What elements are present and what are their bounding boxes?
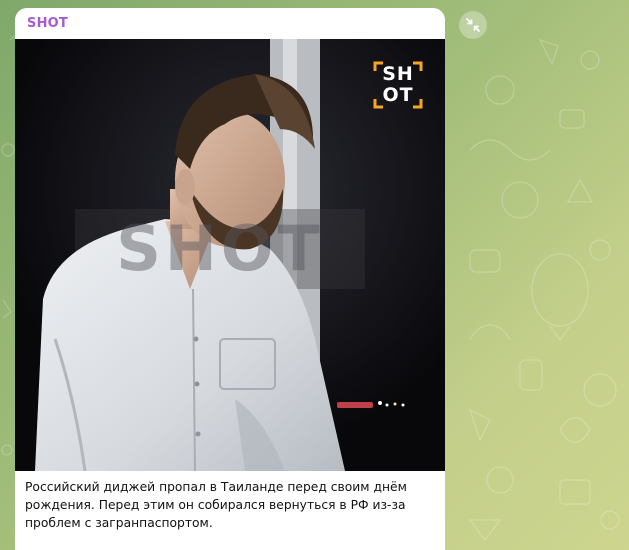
caption-line: проблем с загранпаспортом. <box>25 516 213 530</box>
post-caption: Российский диджей пропал в Таиланде пере… <box>25 478 437 532</box>
shot-logo: SH OT <box>373 61 423 109</box>
post-photo[interactable]: SH OT SHOT <box>15 39 445 471</box>
channel-name[interactable]: SHOT <box>27 16 68 31</box>
channel-post: SHOT SH OT SHOT Российский диджей пропал… <box>15 8 445 550</box>
logo-text-bottom: OT <box>382 84 414 106</box>
collapse-arrows-icon <box>466 18 480 32</box>
collapse-button[interactable] <box>459 11 487 39</box>
caption-line: Российский диджей пропал в Таиланде пере… <box>25 480 407 494</box>
logo-text-top: SH <box>382 63 414 85</box>
photo-watermark: SHOT <box>116 212 324 285</box>
caption-line: рождения. Перед этим он собирался вернут… <box>25 498 406 512</box>
